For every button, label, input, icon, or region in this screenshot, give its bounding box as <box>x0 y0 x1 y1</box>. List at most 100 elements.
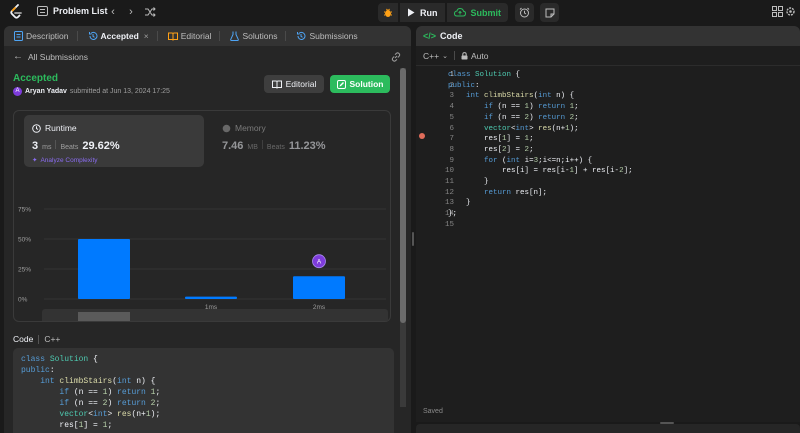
submitted-code-block[interactable]: class Solution { public: int climbStairs… <box>13 348 394 433</box>
testcase-panel-collapsed[interactable] <box>416 424 800 433</box>
shuffle-icon[interactable] <box>144 6 156 18</box>
tab-divider <box>76 31 78 41</box>
submit-button[interactable]: Submit <box>446 3 508 22</box>
memory-card[interactable]: Memory 7.46 MB Beats 11.23% <box>214 115 384 167</box>
memory-beats-value: 11.23% <box>288 140 326 152</box>
language-label: C++ <box>423 50 440 61</box>
user-name[interactable]: Aryan Yadav <box>25 88 67 95</box>
leetcode-logo-icon[interactable] <box>9 4 23 20</box>
solution-button[interactable]: Solution <box>330 75 390 93</box>
value-divider <box>261 140 263 149</box>
chart-ytick-label: 25% <box>18 267 31 274</box>
runtime-card[interactable]: Runtime 3 ms Beats 29.62% ✦ Analyze Comp… <box>24 115 204 167</box>
book-icon <box>271 80 282 89</box>
memory-values: 7.46 MB Beats 11.23% <box>222 140 326 152</box>
tab-description[interactable]: Description <box>9 26 83 46</box>
line-number: 15 <box>444 220 454 229</box>
left-tabs: Description Accepted × Editorial Solutio… <box>4 26 411 46</box>
layout-grid-icon[interactable] <box>772 6 783 17</box>
tab-editorial[interactable]: Editorial <box>163 26 226 46</box>
prev-problem-icon[interactable]: ‹ <box>107 6 119 18</box>
chart-ytick-label: 75% <box>18 207 31 214</box>
flask-icon <box>230 31 240 41</box>
auto-mode-toggle[interactable]: Auto <box>461 50 489 61</box>
tab-accepted-label: Accepted <box>100 31 139 41</box>
runtime-unit: ms <box>42 144 52 151</box>
memory-title: Memory <box>222 123 266 133</box>
editorial-button[interactable]: Editorial <box>264 75 324 93</box>
value-divider <box>55 140 57 149</box>
runtime-values: 3 ms Beats 29.62% <box>32 140 120 152</box>
saved-status: Saved <box>423 408 443 415</box>
memory-beats-label: Beats <box>266 144 285 151</box>
history-icon <box>88 31 97 40</box>
share-link-icon[interactable] <box>391 52 401 62</box>
all-submissions-label: All Submissions <box>28 51 88 62</box>
editorial-button-label: Editorial <box>285 79 317 89</box>
tab-solutions[interactable]: Solutions <box>225 26 291 46</box>
tab-accepted[interactable]: Accepted × <box>83 26 163 46</box>
lock-icon <box>461 51 468 59</box>
close-tab-icon[interactable]: × <box>144 31 149 41</box>
book-icon <box>167 32 178 41</box>
runtime-value: 3 <box>32 140 39 152</box>
runtime-distribution-chart[interactable]: 75%50%25%0%1ms2msA1ms2ms <box>14 171 392 321</box>
submitted-time: submitted at Jun 13, 2024 17:25 <box>69 88 170 95</box>
memory-unit: MB <box>247 144 258 151</box>
play-icon <box>408 8 415 17</box>
language-select[interactable]: C++ ⌄ <box>423 51 448 61</box>
run-label: Run <box>420 7 438 18</box>
chart-bar <box>78 239 130 299</box>
submission-panel: Description Accepted × Editorial Solutio… <box>4 26 411 433</box>
next-problem-icon[interactable]: › <box>125 6 137 18</box>
chart-ytick-label: 0% <box>18 297 28 304</box>
chip-icon <box>222 124 231 132</box>
marker-label: A <box>317 259 322 266</box>
clock-icon <box>32 123 41 133</box>
performance-stats: Runtime 3 ms Beats 29.62% ✦ Analyze Comp… <box>13 110 391 322</box>
left-scrollbar-thumb[interactable] <box>400 68 406 323</box>
submitted-code: class Solution { public: int climbStairs… <box>21 355 161 430</box>
code-tab-label: Code <box>440 31 463 41</box>
chart-bar <box>185 296 237 299</box>
memory-title-label: Memory <box>235 123 266 133</box>
run-toolbar: Run Submit <box>378 3 559 22</box>
tab-submissions[interactable]: Submissions <box>291 26 362 46</box>
solution-button-label: Solution <box>349 79 384 89</box>
note-icon <box>545 8 554 17</box>
cloud-upload-icon <box>453 8 466 17</box>
tab-solutions-label: Solutions <box>242 31 278 41</box>
submitter-info: A Aryan Yadav submitted at Jun 13, 2024 … <box>13 87 170 96</box>
runtime-beats-value: 29.62% <box>82 140 120 152</box>
tab-divider <box>156 31 158 41</box>
editor-code[interactable]: class Solution { public: int climbStairs… <box>448 70 633 220</box>
status-label: Accepted <box>13 73 59 84</box>
avatar[interactable]: A <box>13 87 22 96</box>
run-button[interactable]: Run <box>400 3 445 22</box>
code-editor-panel: </> Code C++ ⌄ Auto 1 2 3 4 5 6 7 8 9 10 11 12 13 14 1… <box>416 26 800 422</box>
code-brackets-icon: </> <box>423 31 437 41</box>
tab-divider <box>219 31 221 41</box>
analyze-complexity-label: Analyze Complexity <box>40 156 98 164</box>
arrow-left-icon: ← <box>13 51 23 62</box>
runtime-beats-label: Beats <box>60 144 79 151</box>
all-submissions-link[interactable]: ← All Submissions <box>13 51 88 62</box>
debug-button[interactable] <box>378 3 398 22</box>
runtime-title: Runtime <box>32 123 77 133</box>
analyze-complexity-link[interactable]: ✦ Analyze Complexity <box>32 156 98 165</box>
panel-resize-handle[interactable] <box>412 232 414 246</box>
problem-list-label: Problem List <box>53 6 108 16</box>
tab-description-label: Description <box>26 31 69 41</box>
notes-button[interactable] <box>540 3 559 22</box>
submit-label: Submit <box>470 7 502 18</box>
timer-button[interactable] <box>515 3 534 22</box>
settings-gear-icon[interactable] <box>785 6 796 17</box>
bug-icon <box>384 8 392 17</box>
problem-list-link[interactable]: Problem List <box>37 6 108 16</box>
code-label: Code <box>13 334 34 344</box>
tab-divider <box>285 31 287 41</box>
auto-mode-label: Auto <box>470 50 489 61</box>
editor-toolbar: C++ ⌄ Auto <box>416 46 800 66</box>
code-tab[interactable]: </> Code <box>416 26 800 46</box>
code-editor[interactable]: 1 2 3 4 5 6 7 8 9 10 11 12 13 14 15 class Solution { p… <box>416 70 800 390</box>
